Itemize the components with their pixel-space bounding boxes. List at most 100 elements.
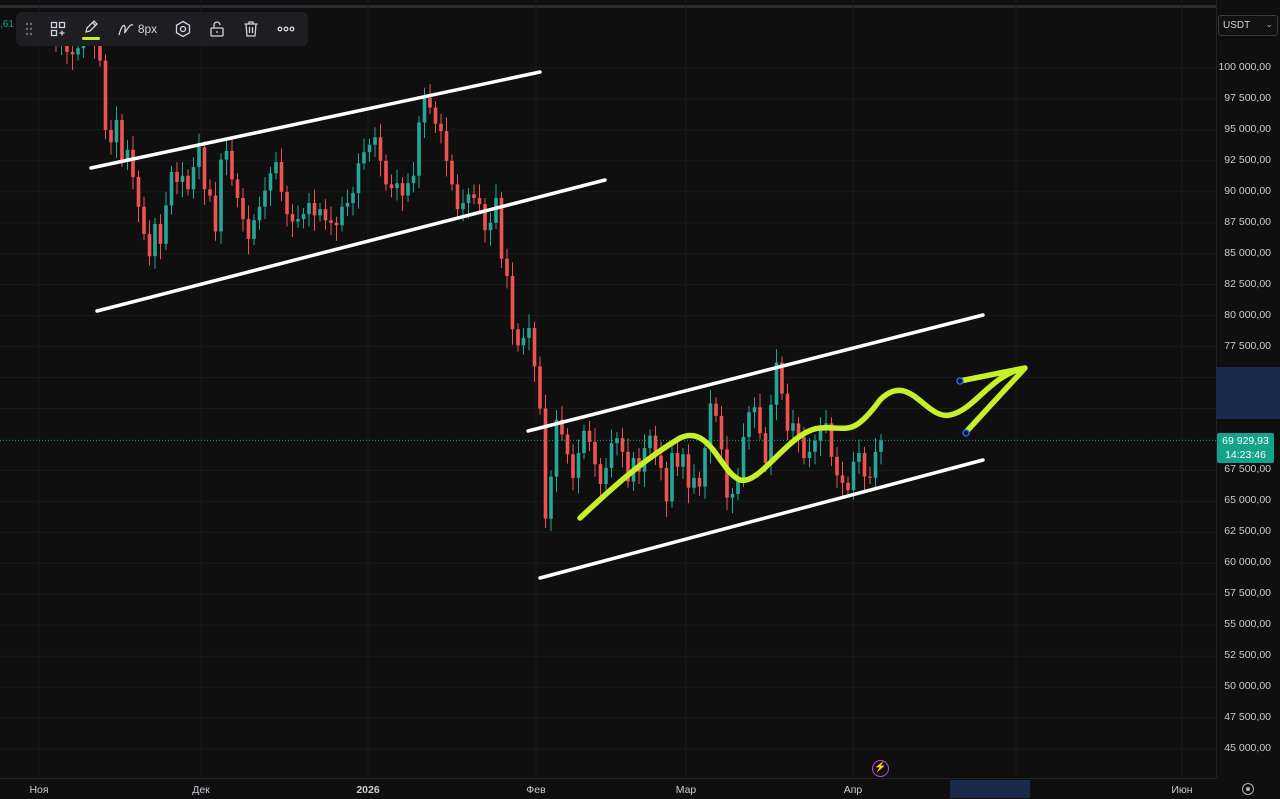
- candle-body: [670, 453, 674, 502]
- candle-body: [527, 328, 531, 338]
- candle-body: [730, 493, 735, 498]
- candle-body: [488, 222, 493, 231]
- candle-body: [318, 209, 322, 216]
- unlock-icon[interactable]: [200, 12, 234, 46]
- candle-body: [411, 175, 416, 184]
- candle-body: [312, 202, 317, 216]
- candle-body: [532, 328, 537, 367]
- drawing-toolbar[interactable]: 8px: [16, 12, 308, 46]
- candle-body: [455, 184, 460, 210]
- candle-body: [367, 144, 372, 153]
- candle-body: [274, 162, 278, 174]
- pen-color-swatch: [82, 36, 100, 40]
- candle-body: [472, 194, 476, 199]
- chart-settings-icon[interactable]: [1242, 783, 1254, 795]
- candle-body: [868, 476, 872, 478]
- candle-body: [70, 51, 75, 55]
- candle-body: [571, 454, 575, 478]
- candle-body: [224, 150, 229, 160]
- candle-body: [879, 440, 883, 452]
- price-tick-label: 82 500,00: [1224, 277, 1271, 290]
- candle-body: [862, 453, 867, 477]
- price-tick-label: 50 000,00: [1224, 680, 1271, 693]
- candle-body: [433, 107, 438, 124]
- trash-icon[interactable]: [234, 12, 268, 46]
- chart-area[interactable]: [0, 0, 1216, 778]
- settings-icon[interactable]: [166, 12, 200, 46]
- candle-body: [747, 412, 751, 437]
- price-tick-label: 60 000,00: [1224, 556, 1271, 569]
- candle-body: [664, 467, 669, 502]
- candle-body: [378, 137, 383, 161]
- candle-body: [263, 190, 267, 207]
- chevron-down-icon: ⌄: [1265, 19, 1273, 29]
- pen-brush-button[interactable]: [74, 12, 108, 46]
- add-to-favorites-icon[interactable]: [42, 12, 74, 46]
- channel-upper-line-2[interactable]: [526, 313, 985, 433]
- candle-body: [175, 172, 179, 182]
- candle-body: [334, 222, 339, 226]
- candle-body: [230, 150, 234, 180]
- price-tick-label: 45 000,00: [1224, 742, 1271, 754]
- candle-body: [873, 451, 878, 478]
- time-tick-label: Апр: [843, 784, 863, 796]
- candle-body: [719, 415, 724, 450]
- candle-body: [384, 160, 388, 185]
- candle-body: [301, 214, 306, 220]
- drawing-anchor-point[interactable]: [962, 429, 970, 437]
- price-tick-label: 85 000,00: [1224, 246, 1271, 259]
- price-tick-label: 62 500,00: [1224, 525, 1271, 538]
- time-range-highlight: [950, 780, 1030, 798]
- candle-body: [103, 60, 108, 130]
- candle-body: [648, 435, 652, 449]
- price-tick-label: 57 500,00: [1224, 587, 1271, 600]
- drag-handle-icon[interactable]: [16, 12, 42, 46]
- line-width-label: 8px: [137, 22, 158, 36]
- candle-body: [510, 276, 515, 330]
- candle-body: [857, 453, 861, 462]
- candles: [54, 19, 883, 532]
- candle-body: [290, 214, 295, 222]
- candle-body: [191, 167, 196, 190]
- candle-body: [593, 441, 597, 465]
- drawing-anchor-point[interactable]: [956, 377, 964, 385]
- price-tick-label: 90 000,00: [1224, 184, 1271, 197]
- candle-body: [307, 202, 311, 215]
- candle-body: [741, 436, 746, 478]
- more-icon[interactable]: [268, 12, 304, 46]
- candle-body: [417, 122, 421, 176]
- drawings[interactable]: [89, 70, 1028, 580]
- candle-body: [389, 184, 394, 189]
- candle-body: [428, 97, 432, 108]
- price-tick-label: 77 500,00: [1224, 339, 1271, 352]
- candle-body: [582, 430, 586, 454]
- time-axis[interactable]: НояДек2026ФевМарАпрМайИюн: [0, 778, 1216, 799]
- candle-body: [285, 191, 289, 215]
- candle-body: [675, 453, 680, 467]
- candle-body: [136, 176, 141, 207]
- candlestick-chart[interactable]: [0, 0, 1216, 778]
- candle-body: [576, 453, 581, 478]
- flash-icon[interactable]: ⚡: [872, 760, 889, 777]
- candle-body: [279, 162, 284, 192]
- candle-body: [549, 476, 553, 519]
- candle-body: [246, 219, 251, 239]
- candle-body: [521, 337, 526, 346]
- price-tick-label: 47 500,00: [1224, 711, 1271, 724]
- candle-body: [444, 131, 449, 161]
- line-width-button[interactable]: 8px: [108, 12, 166, 46]
- candle-body: [351, 193, 355, 203]
- candle-body: [835, 456, 839, 476]
- channel-upper-line-1[interactable]: [89, 70, 542, 170]
- candle-body: [186, 175, 190, 190]
- candle-body: [76, 48, 80, 55]
- candle-body: [180, 175, 185, 182]
- candle-body: [758, 407, 762, 434]
- candle-body: [516, 329, 520, 346]
- currency-select[interactable]: USDT ⌄: [1218, 15, 1278, 36]
- candle-body: [323, 209, 328, 221]
- price-tick-label: 55 000,00: [1224, 618, 1271, 631]
- candle-body: [241, 198, 245, 220]
- candle-body: [505, 258, 509, 277]
- candle-body: [109, 129, 113, 143]
